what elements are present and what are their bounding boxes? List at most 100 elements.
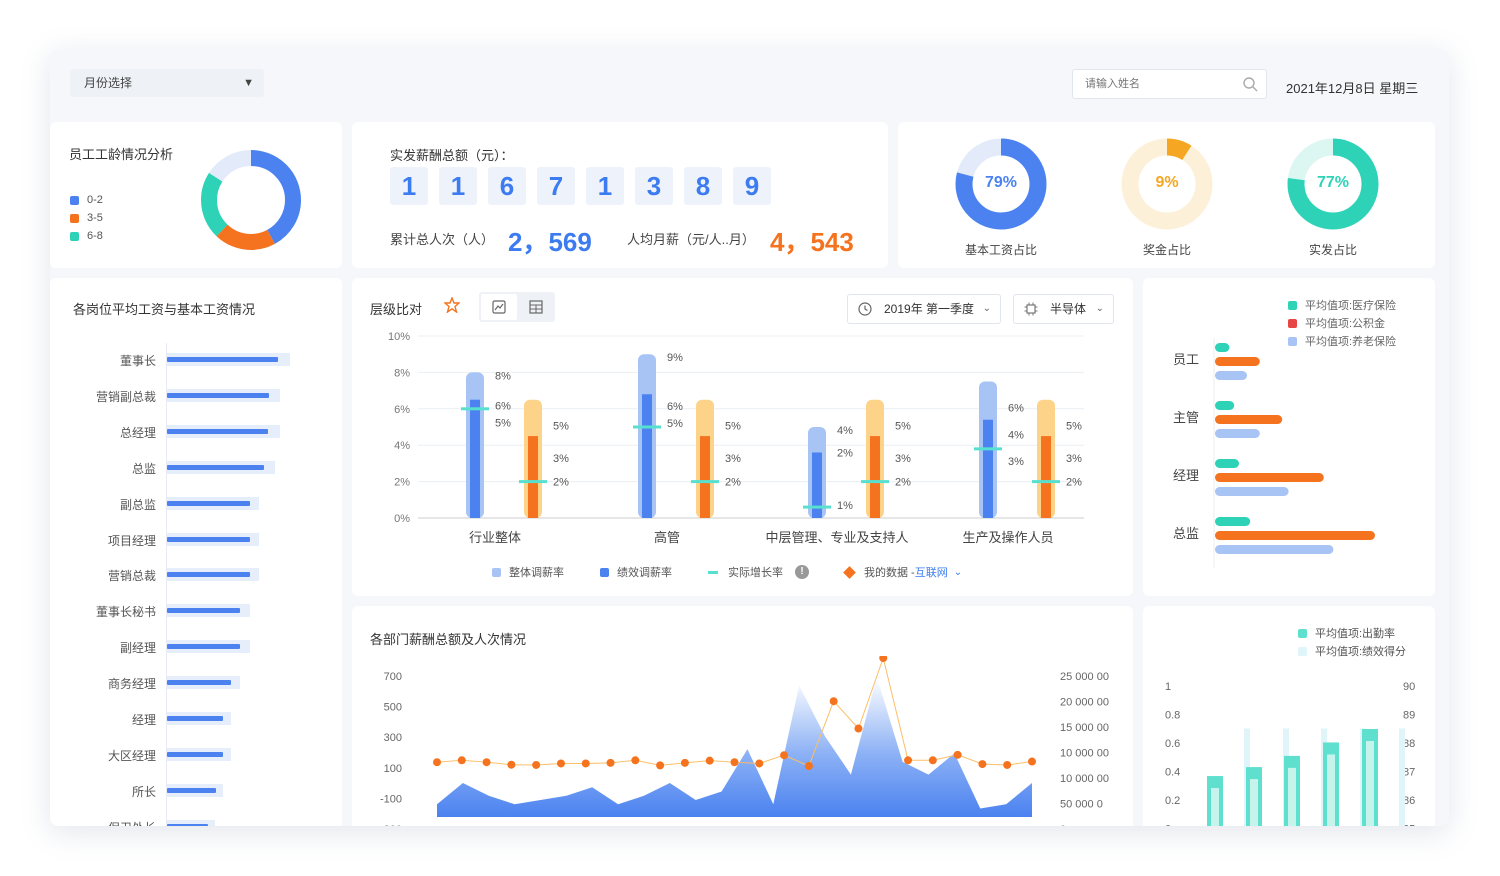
chevron-down-icon[interactable]: ⌄	[954, 567, 962, 578]
headcount-point	[879, 656, 888, 662]
info-icon[interactable]: !	[795, 565, 809, 579]
position-label: 总经理	[119, 425, 156, 440]
attendance-bar-inner	[1366, 741, 1374, 826]
clock-icon	[858, 302, 872, 316]
ratio-label: 基本工资占比	[964, 243, 1037, 257]
position-row: 所长	[50, 783, 342, 799]
dashboard-frame: 月份选择 ▼ 2021年12月8日 星期三 员工工龄情况分析 0-2 3-5 6…	[50, 49, 1449, 826]
chevron-down-icon: ▼	[243, 77, 254, 89]
search-input[interactable]	[1085, 70, 1235, 98]
y-tick-label: 6%	[394, 404, 410, 416]
total-salary-title: 实发薪酬总额（元）：	[390, 148, 514, 163]
performance-rate-bar	[470, 399, 480, 518]
right-axis-tick: 10 000 00	[1060, 748, 1109, 760]
base-salary-bar	[167, 536, 250, 542]
bar-data-label: 5%	[495, 418, 511, 430]
position-row: 总监	[50, 460, 342, 476]
bar-data-label: 2%	[553, 477, 569, 489]
headcount-line	[436, 656, 1033, 767]
salary-digit: 8	[684, 167, 722, 205]
diamond-icon	[843, 565, 856, 579]
y-tick-label: 2%	[394, 477, 410, 489]
bar-data-label: 4%	[837, 425, 853, 437]
salary-digit: 6	[488, 167, 526, 205]
headcount-point	[556, 759, 565, 768]
ratio-value: 79%	[984, 174, 1018, 191]
month-select[interactable]: 月份选择 ▼	[70, 69, 264, 97]
seniority-card: 员工工龄情况分析 0-2 3-5 6-8	[50, 122, 342, 268]
bar-data-label: 4%	[1008, 430, 1024, 442]
position-label: 大区经理	[107, 748, 156, 763]
level-compare-title: 层级比对	[370, 302, 423, 317]
legend-item: 平均值项:出勤率	[1298, 624, 1406, 642]
bar-data-label: 2%	[1066, 477, 1082, 489]
insurance-category-label: 总监	[1173, 526, 1199, 541]
position-label: 所长	[131, 784, 156, 799]
insurance-category-label: 经理	[1173, 468, 1199, 483]
seniority-title: 员工工龄情况分析	[69, 147, 174, 162]
bar-data-label: 2%	[837, 447, 853, 459]
legend-label: 绩效调薪率	[617, 567, 672, 579]
right-axis-tick: 0	[1060, 824, 1066, 826]
legend-item: 平均值项:医疗保险	[1288, 296, 1396, 314]
base-salary-bar	[167, 357, 278, 362]
insurance-bar	[1215, 401, 1235, 410]
avg-salary-label: 人均月薪（元/人..月）	[627, 232, 755, 247]
left-axis-tick: 0.2	[1165, 795, 1180, 807]
ratio-card: 79% 基本工资占比 9% 奖金占比 77% 实发占比	[898, 122, 1435, 268]
legend-label: 整体调薪率	[509, 567, 564, 579]
bar-data-label: 3%	[1066, 453, 1082, 465]
seniority-donut	[201, 150, 301, 250]
my-performance-bar	[700, 436, 710, 518]
search-icon[interactable]	[1242, 76, 1258, 92]
base-salary-bar	[167, 787, 216, 793]
base-salary-bar	[167, 392, 270, 398]
period-select[interactable]: 2019年 第一季度 ⌄	[847, 294, 1001, 324]
headcount-point	[953, 750, 962, 759]
left-axis-tick: 0.4	[1165, 767, 1180, 779]
bar-data-label: 3%	[725, 453, 741, 465]
level-legend: 整体调薪率 绩效调薪率 实际增长率 ! 我的数据 - 互联网 ⌄	[492, 564, 962, 580]
legend-item: 平均值项:公积金	[1288, 314, 1396, 332]
my-growth-mark	[519, 480, 547, 484]
headcount-point	[854, 724, 863, 733]
position-label: 总监	[131, 461, 156, 476]
attendance-bar-inner	[1288, 767, 1296, 826]
chevron-down-icon: ⌄	[982, 303, 991, 314]
position-row: 保卫处长	[50, 819, 342, 826]
bar-data-label: 8%	[495, 370, 511, 382]
bar-data-label: 3%	[895, 453, 911, 465]
right-axis-tick: 15 000 00	[1060, 722, 1109, 734]
star-icon[interactable]	[444, 297, 460, 313]
table-icon[interactable]	[529, 300, 543, 314]
search-box[interactable]	[1072, 69, 1267, 99]
salary-totals-card: 实发薪酬总额（元）： 11671389 累计总人次（人） 2，569 人均月薪（…	[352, 122, 888, 268]
total-salary-digits: 11671389	[390, 167, 782, 205]
insurance-bar	[1215, 545, 1334, 554]
bar-data-label: 2%	[725, 477, 741, 489]
headcount-point	[730, 758, 739, 767]
line-chart-toggle[interactable]	[481, 294, 517, 320]
base-salary-bar	[167, 464, 264, 470]
legend-swatch	[600, 567, 609, 577]
industry-select[interactable]: 半导体 ⌄	[1013, 294, 1114, 324]
position-row: 副总监	[50, 496, 342, 512]
line-chart-icon	[492, 300, 506, 314]
level-compare-card: 层级比对 2019年 第一季度 ⌄ 半导体 ⌄ 10% 8% 6% 4% 2% 0% 8% 6…	[352, 278, 1133, 596]
category-label: 行业整体	[469, 530, 521, 545]
legend-swatch	[708, 570, 718, 574]
position-row: 营销总裁	[50, 568, 342, 583]
right-axis-tick: 25 000 00	[1060, 671, 1109, 683]
left-axis-tick: 500	[384, 702, 402, 714]
position-label: 营销副总裁	[95, 389, 156, 404]
headcount-point	[606, 758, 615, 767]
department-title: 各部门薪酬总额及人次情况	[370, 632, 527, 647]
chip-icon	[1024, 302, 1038, 316]
ratio-label: 实发占比	[1308, 243, 1357, 257]
my-data-industry-link[interactable]: 互联网	[915, 564, 948, 580]
left-axis-tick: -100	[380, 793, 402, 805]
headcount-point	[1028, 757, 1036, 766]
headcount-point	[656, 761, 665, 770]
base-salary-bar	[167, 680, 232, 686]
headcount-point	[482, 758, 491, 767]
